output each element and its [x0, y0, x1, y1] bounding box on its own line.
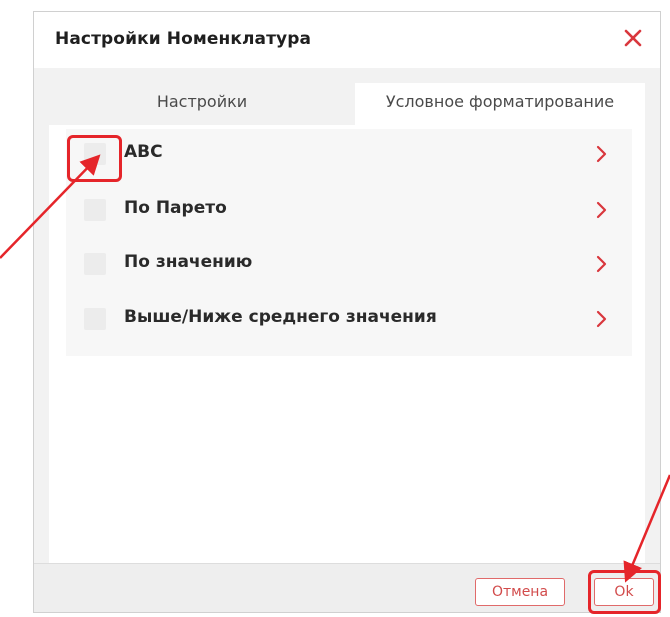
formatting-options-list: ABC По Парето По значению Выше/Ниже сред…: [66, 129, 632, 356]
close-icon[interactable]: [618, 23, 648, 53]
tab-bar: Настройки Условное форматирование: [49, 70, 645, 125]
chevron-right-icon[interactable]: [595, 143, 609, 165]
ok-button[interactable]: Ok: [594, 578, 654, 606]
tab-conditional-formatting[interactable]: Условное форматирование: [355, 83, 645, 125]
pareto-checkbox[interactable]: [84, 199, 106, 221]
option-label: По значению: [124, 252, 253, 272]
by-value-checkbox[interactable]: [84, 253, 106, 275]
chevron-right-icon[interactable]: [595, 253, 609, 275]
above-below-average-checkbox[interactable]: [84, 308, 106, 330]
tab-settings[interactable]: Настройки: [49, 83, 355, 125]
screenshot-stage: Настройки Номенклатура Настройки Условно…: [0, 0, 670, 617]
abc-checkbox[interactable]: [84, 143, 106, 165]
dialog-footer: Отмена Ok: [34, 563, 660, 612]
option-row-above-below-average[interactable]: Выше/Ниже среднего значения: [66, 294, 632, 344]
option-label: Выше/Ниже среднего значения: [124, 307, 437, 327]
option-label: ABC: [124, 142, 163, 162]
dialog-title: Настройки Номенклатура: [55, 29, 312, 49]
option-row-abc[interactable]: ABC: [66, 129, 632, 179]
chevron-right-icon[interactable]: [595, 199, 609, 221]
option-label: По Парето: [124, 198, 227, 218]
option-row-by-value[interactable]: По значению: [66, 239, 632, 289]
tab-panel: ABC По Парето По значению Выше/Ниже сред…: [49, 125, 645, 563]
settings-dialog: Настройки Номенклатура Настройки Условно…: [33, 11, 661, 613]
chevron-right-icon[interactable]: [595, 308, 609, 330]
option-row-pareto[interactable]: По Парето: [66, 185, 632, 235]
cancel-button[interactable]: Отмена: [475, 578, 565, 606]
dialog-titlebar: Настройки Номенклатура: [34, 12, 660, 68]
